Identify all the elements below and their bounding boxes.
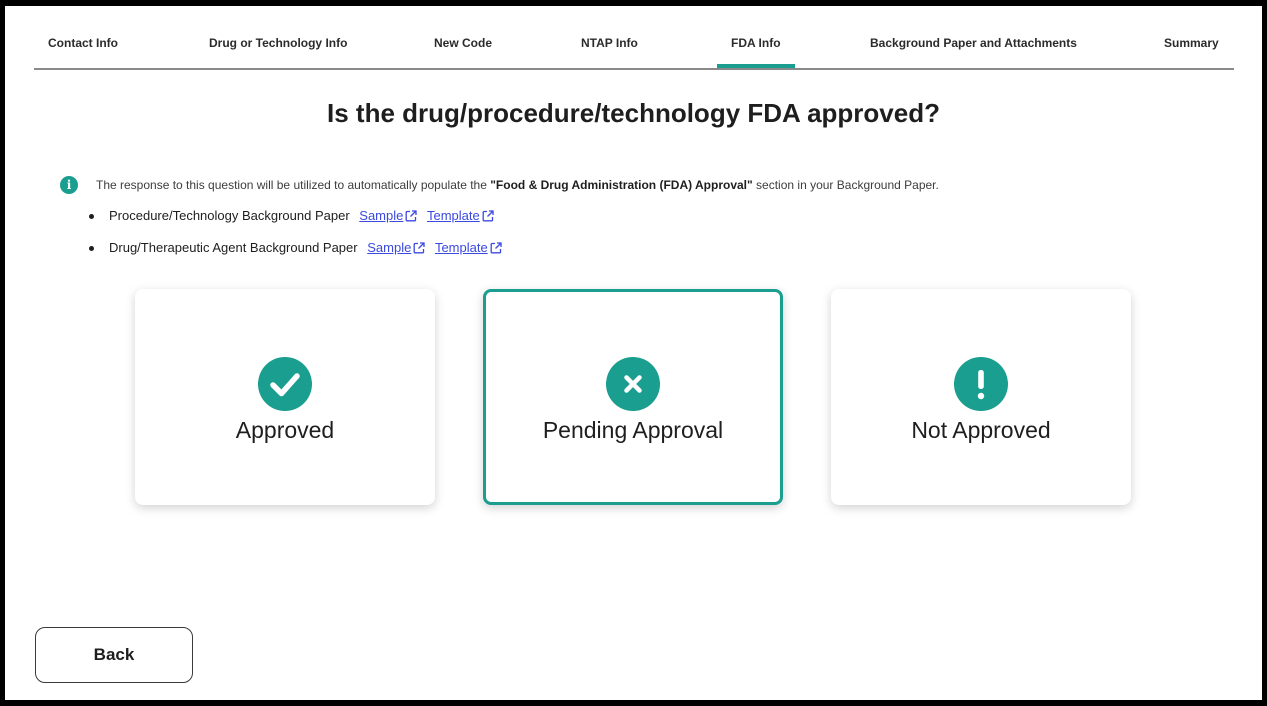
background-paper-list: Procedure/Technology Background Paper Sa… [87, 206, 502, 270]
tab-summary[interactable]: Summary [1164, 36, 1219, 50]
tab-drug-or-technology-info[interactable]: Drug or Technology Info [209, 36, 347, 50]
sample-link[interactable]: Sample [367, 240, 425, 255]
tab-fda-info[interactable]: FDA Info [717, 36, 794, 68]
external-link-icon [482, 210, 494, 222]
option-card-pending-approval[interactable]: Pending Approval [483, 289, 783, 505]
option-label: Pending Approval [542, 417, 724, 443]
option-card-not-approved[interactable]: Not Approved [831, 289, 1131, 505]
option-card-approved[interactable]: Approved [135, 289, 435, 505]
back-button[interactable]: Back [35, 627, 193, 683]
sample-link[interactable]: Sample [359, 208, 418, 223]
x-icon [606, 357, 660, 411]
paper-label: Drug/Therapeutic Agent Background Paper [109, 240, 358, 255]
check-icon [258, 357, 312, 411]
list-item: Procedure/Technology Background Paper Sa… [87, 206, 502, 238]
step-tabs: Contact Info Drug or Technology Info New… [34, 28, 1234, 70]
template-link[interactable]: Template [427, 208, 494, 223]
list-item: Drug/Therapeutic Agent Background Paper … [87, 238, 502, 270]
template-link[interactable]: Template [435, 240, 502, 255]
external-link-icon [413, 242, 425, 254]
tab-contact-info[interactable]: Contact Info [48, 36, 118, 50]
external-link-icon [490, 242, 502, 254]
tab-new-code[interactable]: New Code [434, 36, 492, 50]
info-icon: i [60, 176, 78, 194]
paper-label: Procedure/Technology Background Paper [109, 208, 350, 223]
info-text: The response to this question will be ut… [96, 178, 939, 192]
page-title: Is the drug/procedure/technology FDA app… [327, 98, 940, 128]
option-label: Not Approved [911, 417, 1051, 443]
external-link-icon [405, 210, 418, 222]
tab-background-paper-and-attachments[interactable]: Background Paper and Attachments [870, 36, 1077, 50]
option-label: Approved [235, 417, 335, 443]
tab-ntap-info[interactable]: NTAP Info [581, 36, 638, 50]
page-frame: Contact Info Drug or Technology Info New… [5, 6, 1262, 700]
exclamation-icon [954, 357, 1008, 411]
